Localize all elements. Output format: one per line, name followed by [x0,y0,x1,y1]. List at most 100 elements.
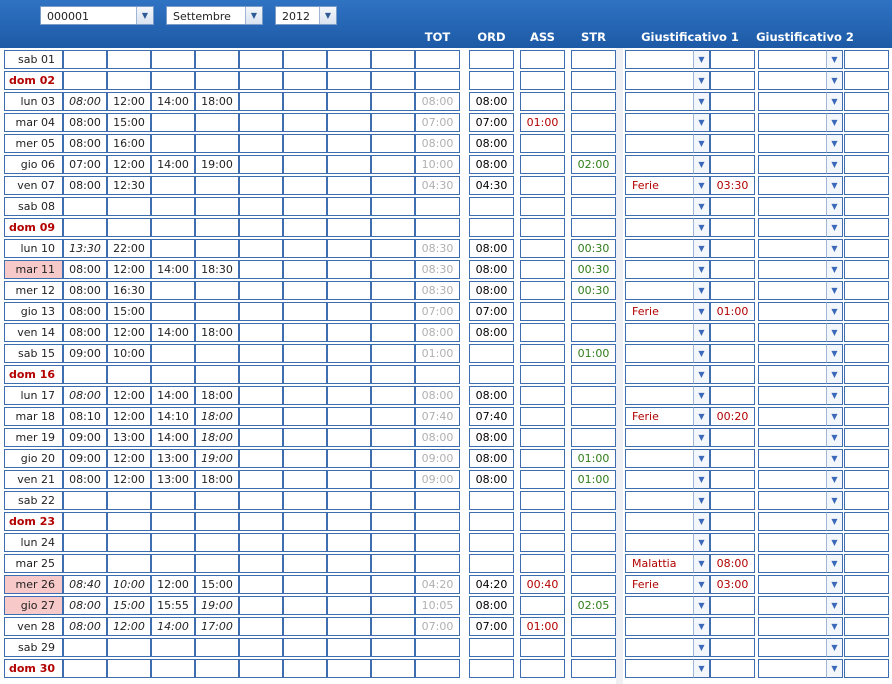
time-entry-input[interactable] [239,407,283,426]
time-entry-input[interactable] [371,512,415,531]
time-entry-input[interactable]: 14:00 [151,428,195,447]
giustificativo-1-hours-input[interactable]: 03:00 [710,575,755,594]
chevron-down-icon[interactable]: ▼ [693,449,710,468]
chevron-down-icon[interactable]: ▼ [693,596,710,615]
time-entry-input[interactable]: 16:30 [107,281,151,300]
chevron-down-icon[interactable]: ▼ [826,659,843,678]
chevron-down-icon[interactable]: ▼ [826,155,843,174]
chevron-down-icon[interactable]: ▼ [826,596,843,615]
giustificativo-1-select[interactable]: Ferie [625,407,695,426]
time-entry-input[interactable] [195,344,239,363]
time-entry-input[interactable] [371,407,415,426]
giustificativo-1-hours-input[interactable] [710,386,755,405]
time-entry-input[interactable]: 12:00 [107,407,151,426]
time-entry-input[interactable] [371,113,415,132]
time-entry-input[interactable] [239,281,283,300]
chevron-down-icon[interactable]: ▼ [693,617,710,636]
chevron-down-icon[interactable]: ▼ [693,659,710,678]
time-entry-input[interactable] [371,365,415,384]
giustificativo-2-hours-input[interactable] [844,134,889,153]
time-entry-input[interactable] [239,260,283,279]
time-entry-input[interactable]: 19:00 [195,449,239,468]
giustificativo-1-select[interactable]: Ferie [625,575,695,594]
time-entry-input[interactable] [371,50,415,69]
giustificativo-1-select[interactable] [625,470,695,489]
time-entry-input[interactable] [239,176,283,195]
time-entry-input[interactable] [283,113,327,132]
chevron-down-icon[interactable]: ▼ [826,323,843,342]
time-entry-input[interactable] [195,134,239,153]
giustificativo-2-hours-input[interactable] [844,407,889,426]
time-entry-input[interactable] [283,71,327,90]
chevron-down-icon[interactable]: ▼ [826,365,843,384]
time-entry-input[interactable] [283,239,327,258]
giustificativo-1-select[interactable] [625,449,695,468]
time-entry-input[interactable] [283,407,327,426]
time-entry-input[interactable] [151,239,195,258]
giustificativo-1-select[interactable] [625,155,695,174]
time-entry-input[interactable] [371,428,415,447]
time-entry-input[interactable] [63,197,107,216]
time-entry-input[interactable] [239,428,283,447]
time-entry-input[interactable] [327,281,371,300]
chevron-down-icon[interactable]: ▼ [693,491,710,510]
time-entry-input[interactable] [371,281,415,300]
time-entry-input[interactable] [327,659,371,678]
time-entry-input[interactable] [107,71,151,90]
giustificativo-2-select[interactable] [758,533,828,552]
time-entry-input[interactable]: 12:00 [107,92,151,111]
time-entry-input[interactable] [327,575,371,594]
time-entry-input[interactable] [283,638,327,657]
time-entry-input[interactable]: 15:00 [195,575,239,594]
chevron-down-icon[interactable]: ▼ [826,407,843,426]
time-entry-input[interactable] [283,554,327,573]
time-entry-input[interactable] [239,554,283,573]
giustificativo-1-select[interactable] [625,50,695,69]
chevron-down-icon[interactable]: ▼ [693,134,710,153]
giustificativo-2-select[interactable] [758,449,828,468]
time-entry-input[interactable] [195,113,239,132]
time-entry-input[interactable]: 19:00 [195,155,239,174]
giustificativo-2-hours-input[interactable] [844,554,889,573]
giustificativo-1-hours-input[interactable] [710,218,755,237]
chevron-down-icon[interactable]: ▼ [693,302,710,321]
time-entry-input[interactable] [371,386,415,405]
time-entry-input[interactable]: 18:00 [195,470,239,489]
time-entry-input[interactable]: 10:00 [107,575,151,594]
giustificativo-2-hours-input[interactable] [844,218,889,237]
year-select[interactable]: 2012 ▼ [275,6,337,25]
time-entry-input[interactable] [195,218,239,237]
giustificativo-2-select[interactable] [758,260,828,279]
giustificativo-1-hours-input[interactable] [710,638,755,657]
time-entry-input[interactable] [327,218,371,237]
time-entry-input[interactable] [239,239,283,258]
giustificativo-1-hours-input[interactable] [710,512,755,531]
chevron-down-icon[interactable]: ▼ [826,281,843,300]
time-entry-input[interactable] [107,554,151,573]
time-entry-input[interactable]: 08:00 [63,386,107,405]
time-entry-input[interactable] [327,239,371,258]
time-entry-input[interactable] [371,155,415,174]
time-entry-input[interactable] [283,92,327,111]
chevron-down-icon[interactable]: ▼ [826,554,843,573]
chevron-down-icon[interactable]: ▼ [826,575,843,594]
time-entry-input[interactable] [283,512,327,531]
giustificativo-1-select[interactable] [625,533,695,552]
chevron-down-icon[interactable]: ▼ [693,218,710,237]
chevron-down-icon[interactable]: ▼ [826,260,843,279]
time-entry-input[interactable]: 12:00 [107,617,151,636]
time-entry-input[interactable] [151,218,195,237]
giustificativo-1-hours-input[interactable] [710,365,755,384]
chevron-down-icon[interactable]: ▼ [693,470,710,489]
giustificativo-1-hours-input[interactable] [710,323,755,342]
giustificativo-1-select[interactable] [625,239,695,258]
giustificativo-2-select[interactable] [758,491,828,510]
time-entry-input[interactable] [239,197,283,216]
time-entry-input[interactable] [371,71,415,90]
time-entry-input[interactable]: 14:00 [151,92,195,111]
giustificativo-2-hours-input[interactable] [844,344,889,363]
time-entry-input[interactable] [151,113,195,132]
giustificativo-2-select[interactable] [758,239,828,258]
giustificativo-1-hours-input[interactable] [710,617,755,636]
time-entry-input[interactable] [239,302,283,321]
